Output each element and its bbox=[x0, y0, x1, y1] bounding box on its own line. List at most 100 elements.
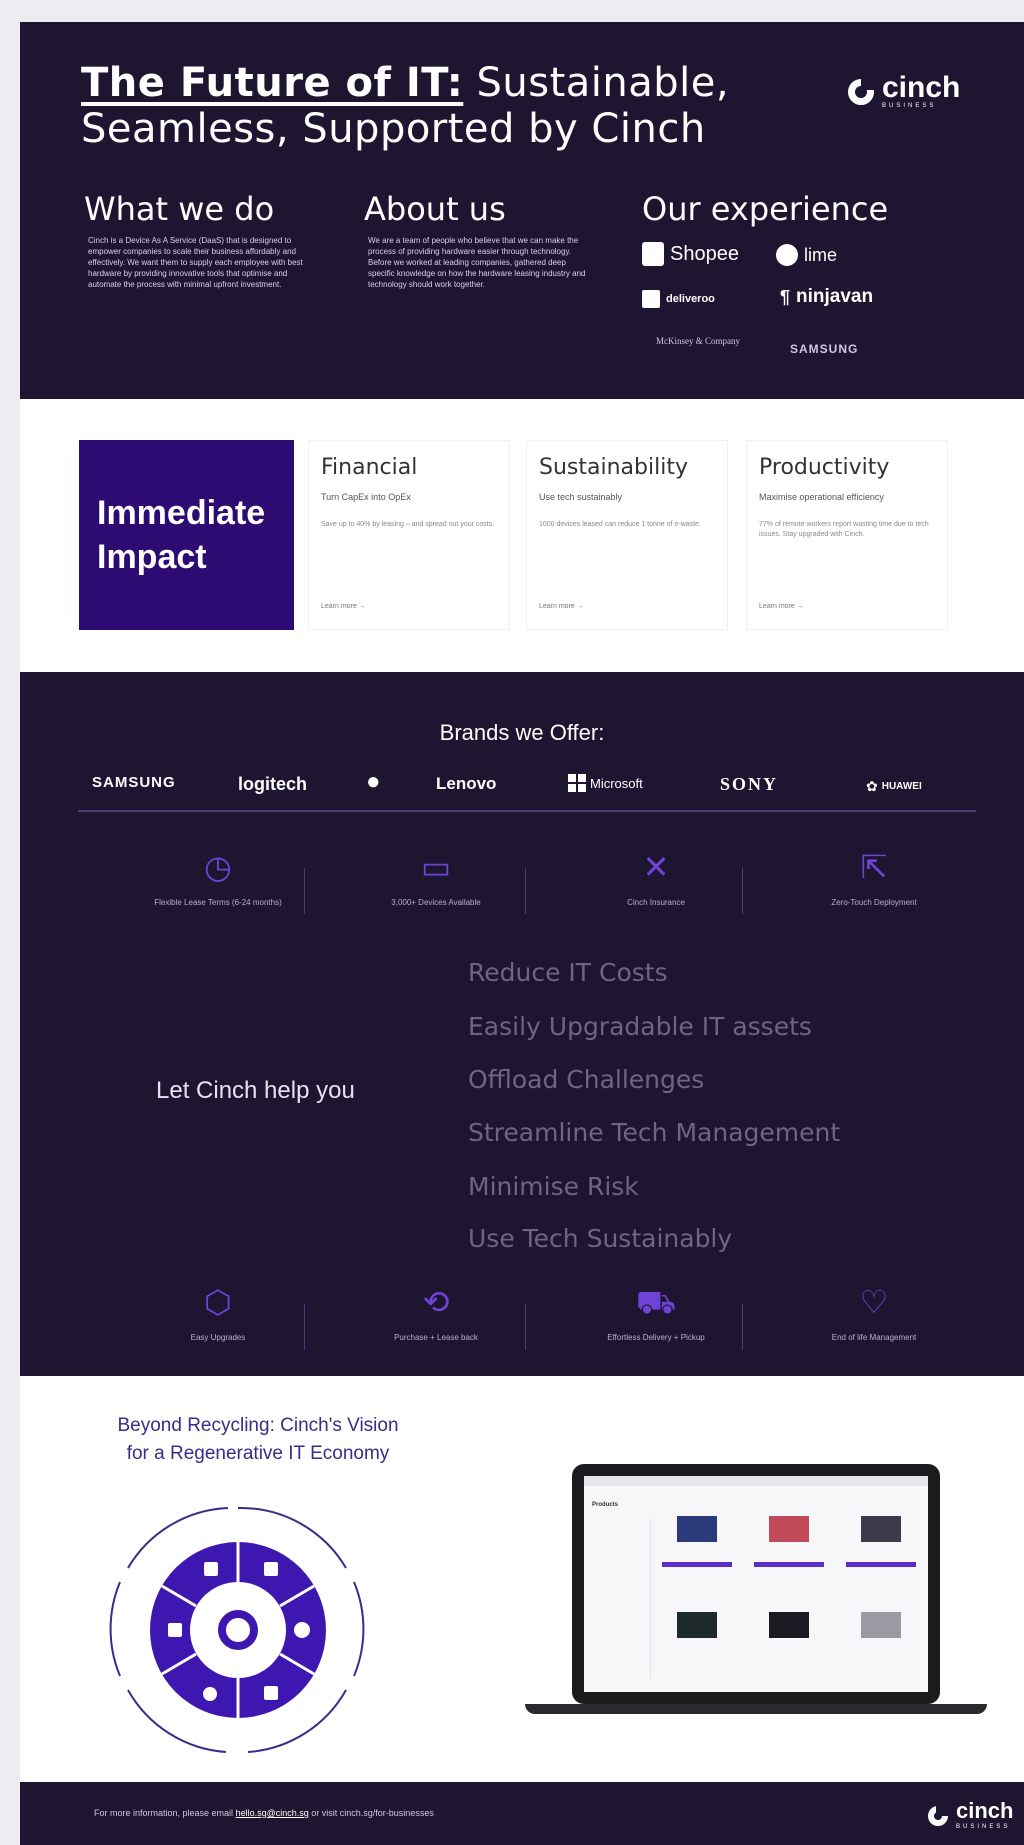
feature-separator bbox=[304, 1304, 305, 1350]
what-we-do-text: Cinch is a Device As A Service (DaaS) th… bbox=[88, 236, 303, 289]
title-strong: The Future of IT: bbox=[81, 60, 464, 106]
what-we-do-heading: What we do bbox=[84, 190, 275, 228]
brand-microsoft-label: Microsoft bbox=[590, 775, 643, 791]
feature-easy-upgrades: ⬡ Easy Upgrades bbox=[148, 1282, 288, 1343]
cycle-center bbox=[190, 1582, 286, 1678]
beyond-title-line1: Beyond Recycling: Cinch's Vision bbox=[117, 1415, 399, 1436]
footer-text-before: For more information, please email bbox=[94, 1808, 234, 1818]
hero-section: The Future of IT: Sustainable, Seamless,… bbox=[20, 22, 1024, 399]
brand-mckinsey: McKinsey & Company bbox=[656, 336, 740, 346]
feature-separator bbox=[742, 868, 743, 914]
card-productivity-desc: 77% of remote workers report wasting tim… bbox=[759, 521, 929, 538]
card-sustainability-desc: 1000 devices leased can reduce 1 tonne o… bbox=[539, 521, 701, 528]
feature-delivery-label: Effortless Delivery + Pickup bbox=[607, 1333, 705, 1342]
feature-end-of-life: ♡ End of life Management bbox=[804, 1282, 944, 1343]
stage-icon bbox=[168, 1623, 182, 1637]
card-sustainability-subtitle: Use tech sustainably bbox=[539, 492, 623, 502]
laptop-screen-content: Products bbox=[584, 1476, 928, 1692]
feature-separator bbox=[525, 868, 526, 914]
product-tile[interactable] bbox=[662, 1606, 732, 1670]
brand-samsung: SAMSUNG bbox=[92, 774, 176, 791]
brand-shopee-label: Shopee bbox=[670, 242, 739, 265]
stage-icon bbox=[294, 1622, 310, 1638]
benefit-item: Easily Upgradable IT assets bbox=[468, 1012, 812, 1041]
page-title: The Future of IT: Sustainable, Seamless,… bbox=[81, 60, 761, 152]
feature-insurance: ✕ Cinch Insurance bbox=[586, 847, 726, 908]
card-financial: Financial Turn CapEx into OpEx Save up t… bbox=[308, 440, 510, 630]
card-sustainability-learn-more[interactable]: Learn more → bbox=[539, 603, 584, 610]
benefit-item: Offload Challenges bbox=[468, 1065, 705, 1094]
stage-icon bbox=[264, 1562, 278, 1576]
brand-lime-label: lime bbox=[804, 244, 838, 265]
brand-deliveroo-label: deliveroo bbox=[666, 293, 715, 305]
laptop-topbar bbox=[584, 1476, 928, 1486]
tools-icon: ✕ bbox=[642, 849, 670, 885]
brand-ninjavan: ¶ ninjavan bbox=[780, 286, 873, 308]
huawei-petal-icon: ✿ bbox=[866, 778, 878, 794]
laptop-heading: Products bbox=[592, 1502, 619, 1508]
feature-lease-back-label: Purchase + Lease back bbox=[394, 1333, 478, 1342]
stage-icon bbox=[204, 1562, 218, 1576]
footer: For more information, please email hello… bbox=[20, 1782, 1024, 1845]
benefit-item: Use Tech Sustainably bbox=[468, 1224, 733, 1253]
brand-ninjavan-label: ninjavan bbox=[796, 286, 874, 307]
brand-sony: SONY bbox=[720, 774, 779, 794]
immediate-impact-box: Immediate Impact bbox=[79, 440, 294, 630]
product-tile[interactable] bbox=[662, 1510, 732, 1574]
card-productivity-learn-more[interactable]: Learn more → bbox=[759, 603, 804, 610]
help-text: Let Cinch help you bbox=[156, 1077, 355, 1104]
feature-devices: ▭ 3,000+ Devices Available bbox=[366, 847, 506, 908]
brand-deliveroo: deliveroo bbox=[642, 290, 715, 308]
card-productivity: Productivity Maximise operational effici… bbox=[746, 440, 948, 630]
benefit-item: Reduce IT Costs bbox=[468, 958, 668, 987]
ninjavan-icon: ¶ bbox=[780, 286, 791, 307]
experience-heading: Our experience bbox=[642, 190, 889, 228]
upgrade-icon: ⬡ bbox=[204, 1284, 232, 1320]
brand-logitech: logitech bbox=[238, 774, 308, 794]
product-tile[interactable] bbox=[846, 1606, 916, 1670]
product-tile[interactable] bbox=[754, 1606, 824, 1670]
feature-easy-upgrades-label: Easy Upgrades bbox=[190, 1333, 246, 1342]
footer-email-link[interactable]: hello.sg@cinch.sg bbox=[236, 1808, 309, 1818]
feature-lease-back: ⟲ Purchase + Lease back bbox=[366, 1282, 506, 1343]
shopee-bag-icon bbox=[642, 242, 664, 266]
stage-icon bbox=[264, 1686, 278, 1700]
product-tile[interactable] bbox=[846, 1510, 916, 1574]
beyond-title-line2: for a Regenerative IT Economy bbox=[126, 1443, 390, 1464]
brand-huawei-label: HUAWEI bbox=[881, 781, 922, 792]
product-tile[interactable] bbox=[754, 1510, 824, 1574]
about-us-heading: About us bbox=[364, 190, 506, 228]
footer-cinch-logo[interactable]: cinch BUSINESS bbox=[928, 1800, 1013, 1831]
feature-zero-touch: ⇱ Zero-Touch Deployment bbox=[804, 847, 944, 908]
buyback-icon: ⟲ bbox=[422, 1284, 450, 1320]
benefit-item: Streamline Tech Management bbox=[468, 1118, 841, 1147]
benefit-item: Minimise Risk bbox=[468, 1172, 639, 1201]
brands-section: Brands we Offer: SAMSUNG logitech ● Leno… bbox=[20, 672, 1024, 1376]
cinch-logo[interactable]: cinch BUSINESS bbox=[848, 71, 961, 110]
impact-title: Immediate Impact bbox=[97, 494, 266, 576]
cinch-logo-icon bbox=[848, 78, 875, 105]
card-financial-title: Financial bbox=[321, 455, 418, 480]
brand-lime: lime bbox=[776, 244, 837, 266]
brand-shopee: Shopee bbox=[642, 242, 739, 266]
logo-word: cinch bbox=[882, 71, 961, 104]
clock-icon: ◷ bbox=[204, 849, 232, 885]
laptop-mockup: Products bbox=[572, 1464, 940, 1704]
card-financial-learn-more[interactable]: Learn more → bbox=[321, 603, 366, 610]
regenerative-cycle-diagram bbox=[109, 1506, 365, 1753]
card-financial-subtitle: Turn CapEx into OpEx bbox=[321, 492, 411, 502]
heart-icon: ♡ bbox=[859, 1284, 889, 1320]
feature-delivery: ⛟ Effortless Delivery + Pickup bbox=[586, 1282, 726, 1343]
page: The Future of IT: Sustainable, Seamless,… bbox=[20, 22, 1024, 1845]
footer-logo-word: cinch bbox=[956, 1798, 1014, 1823]
feature-separator bbox=[525, 1304, 526, 1350]
card-productivity-subtitle: Maximise operational efficiency bbox=[759, 492, 884, 502]
feature-end-of-life-label: End of life Management bbox=[831, 1333, 917, 1342]
feature-insurance-label: Cinch Insurance bbox=[627, 898, 685, 907]
brand-microsoft: Microsoft bbox=[568, 774, 643, 792]
about-us-text: We are a team of people who believe that… bbox=[368, 236, 586, 289]
laptop-filter-sidebar bbox=[590, 1518, 651, 1678]
card-productivity-title: Productivity bbox=[759, 455, 890, 480]
footer-text: For more information, please email hello… bbox=[94, 1808, 434, 1818]
feature-separator bbox=[304, 868, 305, 914]
